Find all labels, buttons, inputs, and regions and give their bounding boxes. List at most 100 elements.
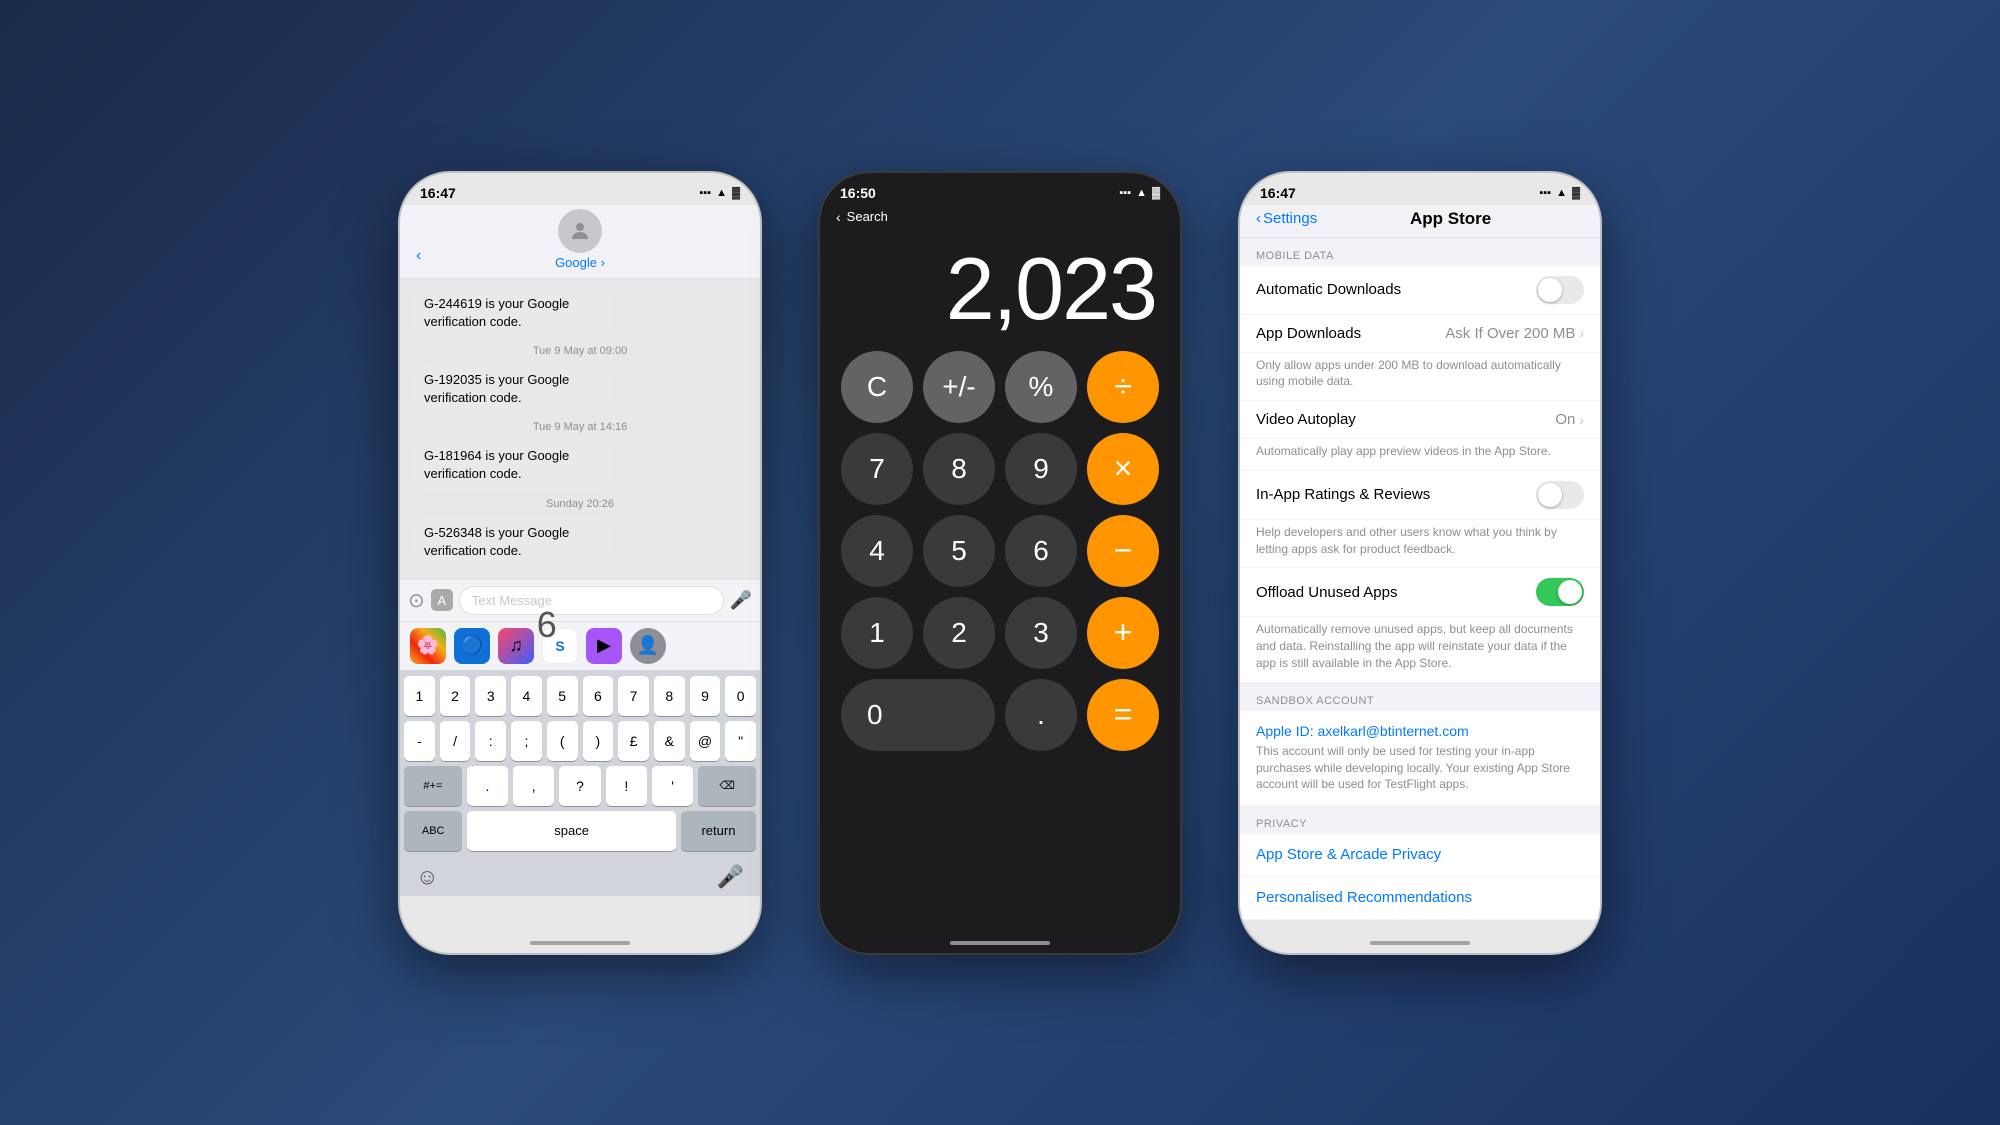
timestamp-1: Tue 9 May at 09:00 [412,345,748,357]
status-icons-1: ▪▪▪ ▲ ▓ [699,187,740,199]
calc-btn-6[interactable]: 6 [1005,515,1077,587]
key-rparen[interactable]: ) [583,721,614,761]
app-downloads-cell[interactable]: App Downloads Ask If Over 200 MB › [1240,315,1600,353]
key-quote[interactable]: " [725,721,756,761]
home-indicator-1 [530,941,630,945]
personalised-recs-cell[interactable]: Personalised Recommendations [1240,877,1600,920]
key-7[interactable]: 7 [618,676,649,716]
calc-btn-c[interactable]: C [841,351,913,423]
music-app-icon[interactable]: ♫ [498,628,534,664]
microphone-icon[interactable]: 🎤 [730,590,752,611]
key-space[interactable]: space [467,811,676,851]
timestamp-3: Sunday 20:26 [412,498,748,510]
key-period[interactable]: . [467,766,508,806]
key-amp[interactable]: & [654,721,685,761]
key-return[interactable]: return [681,811,756,851]
key-question[interactable]: ? [559,766,600,806]
personalised-recs-link[interactable]: Personalised Recommendations [1256,889,1472,906]
podcasts-app-icon[interactable]: ▶ [586,628,622,664]
calc-btn-8[interactable]: 8 [923,433,995,505]
in-app-ratings-toggle[interactable] [1536,481,1584,509]
automatic-downloads-cell[interactable]: Automatic Downloads [1240,266,1600,315]
input-icons: ⊙ A [408,588,453,613]
calc-btn-0[interactable]: 0 [841,679,995,751]
phone-messages: 16:47 ▪▪▪ ▲ ▓ ‹ Google › G-244619 is you… [400,173,760,953]
big-number: 6 [537,604,557,646]
emoji-icon[interactable]: ☺ [416,864,438,890]
calc-btn-equals[interactable]: = [1087,679,1159,751]
calc-btn-percent[interactable]: % [1005,351,1077,423]
calc-btn-1[interactable]: 1 [841,597,913,669]
calc-btn-9[interactable]: 9 [1005,433,1077,505]
camera-icon[interactable]: ⊙ [408,588,425,613]
calc-btn-7[interactable]: 7 [841,433,913,505]
sandbox-apple-id[interactable]: Apple ID: axelkarl@btinternet.com [1256,723,1584,739]
automatic-downloads-toggle[interactable] [1536,276,1584,304]
key-slash[interactable]: / [440,721,471,761]
calc-btn-divide[interactable]: ÷ [1087,351,1159,423]
battery-icon: ▓ [732,187,740,199]
sandbox-desc: This account will only be used for testi… [1256,739,1584,793]
key-special[interactable]: #+= [404,766,462,806]
calc-btn-2[interactable]: 2 [923,597,995,669]
key-comma[interactable]: , [513,766,554,806]
in-app-ratings-cell[interactable]: In-App Ratings & Reviews [1240,471,1600,520]
key-abc[interactable]: ABC [404,811,462,851]
key-semi[interactable]: ; [511,721,542,761]
calc-number: 2,023 [844,245,1156,333]
key-apostrophe[interactable]: ' [652,766,693,806]
key-pound[interactable]: £ [618,721,649,761]
calc-btn-multiply[interactable]: × [1087,433,1159,505]
video-autoplay-cell[interactable]: Video Autoplay On › [1240,401,1600,439]
key-exclaim[interactable]: ! [606,766,647,806]
message-text-field[interactable]: Text Message [459,586,724,615]
key-colon[interactable]: : [475,721,506,761]
key-5[interactable]: 5 [547,676,578,716]
wifi-icon: ▲ [716,187,727,199]
time-1: 16:47 [420,185,456,201]
messages-header: ‹ Google › [400,205,760,279]
symbol-row: - / : ; ( ) £ & @ " [404,721,756,761]
mic-icon[interactable]: 🎤 [717,864,744,890]
key-4[interactable]: 4 [511,676,542,716]
key-dash[interactable]: - [404,721,435,761]
user-avatar-icon[interactable]: 👤 [630,628,666,664]
key-0[interactable]: 0 [725,676,756,716]
key-6[interactable]: 6 [583,676,614,716]
appstore-icon[interactable]: A [431,589,453,611]
key-2[interactable]: 2 [440,676,471,716]
in-app-ratings-desc: Help developers and other users know wha… [1240,520,1600,569]
arcade-privacy-cell[interactable]: App Store & Arcade Privacy [1240,834,1600,877]
calc-btn-subtract[interactable]: − [1087,515,1159,587]
offload-unused-cell[interactable]: Offload Unused Apps [1240,568,1600,617]
calc-display: 2,023 [820,225,1180,343]
contact-name[interactable]: Google › [416,255,744,270]
calc-btn-3[interactable]: 3 [1005,597,1077,669]
arcade-privacy-link[interactable]: App Store & Arcade Privacy [1256,846,1441,863]
offload-unused-toggle[interactable] [1536,578,1584,606]
app-downloads-label: App Downloads [1256,325,1361,342]
calc-back-label[interactable]: Search [847,209,888,224]
key-1[interactable]: 1 [404,676,435,716]
calc-btn-4[interactable]: 4 [841,515,913,587]
sandbox-id-cell[interactable]: Apple ID: axelkarl@btinternet.com This a… [1240,711,1600,806]
key-8[interactable]: 8 [654,676,685,716]
automatic-downloads-label: Automatic Downloads [1256,281,1401,298]
message-input-bar: ⊙ A Text Message 🎤 [400,579,760,621]
offload-unused-desc: Automatically remove unused apps, but ke… [1240,617,1600,682]
key-delete[interactable]: ⌫ [698,766,756,806]
settings-back-button[interactable]: ‹ Settings [1256,210,1317,227]
appstore-app-icon[interactable]: 🔵 [454,628,490,664]
calc-btn-add[interactable]: + [1087,597,1159,669]
key-at[interactable]: @ [690,721,721,761]
key-9[interactable]: 9 [690,676,721,716]
calc-btn-decimal[interactable]: . [1005,679,1077,751]
calc-btn-5[interactable]: 5 [923,515,995,587]
key-3[interactable]: 3 [475,676,506,716]
back-button-messages[interactable]: ‹ [416,247,421,265]
mobile-data-header: MOBILE DATA [1240,238,1600,266]
phone-calculator: 16:50 ▪▪▪ ▲ ▓ ‹ Search 2,023 C +/- % ÷ [820,173,1180,953]
calc-btn-plusminus[interactable]: +/- [923,351,995,423]
photos-app-icon[interactable]: 🌸 [410,628,446,664]
key-lparen[interactable]: ( [547,721,578,761]
